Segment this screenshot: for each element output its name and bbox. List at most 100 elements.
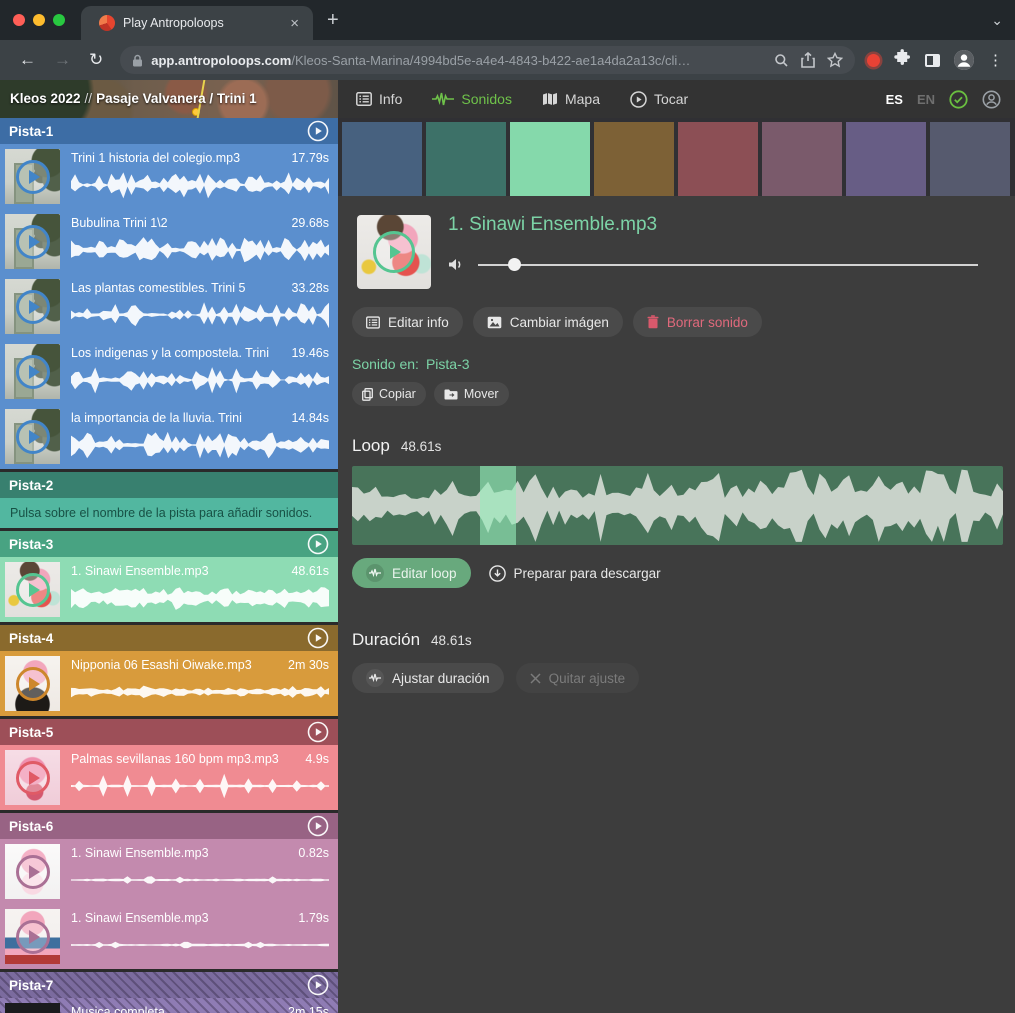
track-header-pista-3[interactable]: Pista-3 (0, 531, 338, 557)
color-swatch-2[interactable] (426, 122, 506, 196)
chrome-menu-icon[interactable]: ⋮ (988, 51, 1003, 69)
clip-thumbnail[interactable] (5, 1003, 60, 1013)
track-name[interactable]: Pista-1 (9, 124, 307, 139)
track-name[interactable]: Pista-4 (9, 631, 307, 646)
remove-adjust-button[interactable]: Quitar ajuste (516, 663, 640, 693)
reload-icon[interactable]: ↻ (89, 50, 103, 70)
clip-play-button[interactable] (16, 160, 50, 194)
track-header-pista-2[interactable]: Pista-2 (0, 472, 338, 498)
change-image-button[interactable]: Cambiar imágen (473, 307, 623, 337)
track-play-icon[interactable] (307, 533, 329, 555)
delete-sound-button[interactable]: Borrar sonido (633, 307, 762, 337)
prepare-download-button[interactable]: Preparar para descargar (489, 565, 661, 582)
clip-thumbnail[interactable] (5, 562, 60, 617)
address-bar[interactable]: app.antropoloops.com /Kleos-Santa-Marina… (120, 46, 855, 74)
tab-tocar[interactable]: Tocar (630, 91, 688, 108)
clip-play-button[interactable] (16, 667, 50, 701)
move-button[interactable]: Mover (434, 382, 509, 406)
track-play-icon[interactable] (307, 120, 329, 142)
track-header-pista-5[interactable]: Pista-5 (0, 719, 338, 745)
clip-thumbnail[interactable] (5, 344, 60, 399)
adjust-duration-button[interactable]: Ajustar duración (352, 663, 504, 693)
tab-search-chevron-icon[interactable]: ⌄ (991, 12, 1003, 29)
clip-thumbnail[interactable] (5, 750, 60, 805)
clip-play-button[interactable] (16, 225, 50, 259)
clip-play-button[interactable] (16, 420, 50, 454)
lang-en[interactable]: EN (917, 92, 935, 107)
clip-play-button[interactable] (16, 920, 50, 954)
track-header-pista-6[interactable]: Pista-6 (0, 813, 338, 839)
volume-slider-thumb[interactable] (508, 258, 521, 271)
track-header-pista-4[interactable]: Pista-4 (0, 625, 338, 651)
clip-play-button[interactable] (16, 355, 50, 389)
color-swatch-4[interactable] (594, 122, 674, 196)
color-swatch-6[interactable] (762, 122, 842, 196)
track-name[interactable]: Pista-2 (9, 478, 329, 493)
play-sound-button[interactable] (373, 231, 415, 273)
clip-row[interactable]: la importancia de la lluvia. Trini14.84s (0, 404, 338, 469)
track-header-pista-7[interactable]: Pista-7 (0, 972, 338, 998)
forward-icon[interactable]: → (54, 50, 71, 70)
back-icon[interactable]: ← (19, 50, 36, 70)
clip-row[interactable]: Palmas sevillanas 160 bpm mp3.mp34.9s (0, 745, 338, 810)
recording-extension-icon[interactable] (867, 54, 880, 67)
breadcrumb-trail[interactable]: Pasaje Valvanera / Trini 1 (96, 91, 257, 106)
color-swatch-1[interactable] (342, 122, 422, 196)
edit-info-button[interactable]: Editar info (352, 307, 463, 337)
extensions-puzzle-icon[interactable] (894, 49, 911, 71)
sync-check-icon[interactable] (949, 90, 968, 109)
clip-thumbnail[interactable] (5, 409, 60, 464)
tab-close-icon[interactable]: × (286, 15, 303, 32)
clip-thumbnail[interactable] (5, 149, 60, 204)
new-tab-button[interactable]: + (327, 10, 339, 30)
color-swatch-8[interactable] (930, 122, 1010, 196)
clip-play-button[interactable] (16, 290, 50, 324)
track-name[interactable]: Pista-7 (9, 978, 307, 993)
browser-tab[interactable]: Play Antropoloops × (81, 6, 313, 40)
account-icon[interactable] (982, 90, 1001, 109)
clip-row[interactable]: Bubulina Trini 1\229.68s (0, 209, 338, 274)
clip-row[interactable]: Los indigenas y la compostela. Trini19.4… (0, 339, 338, 404)
sound-image[interactable] (357, 215, 431, 289)
track-play-icon[interactable] (307, 815, 329, 837)
loop-waveform[interactable] (352, 466, 1003, 545)
clip-thumbnail[interactable] (5, 279, 60, 334)
profile-avatar[interactable] (954, 50, 974, 70)
clip-row[interactable]: 1. Sinawi Ensemble.mp31.79s (0, 904, 338, 969)
clip-row[interactable]: 1. Sinawi Ensemble.mp30.82s (0, 839, 338, 904)
clip-thumbnail[interactable] (5, 656, 60, 711)
clip-play-button[interactable] (16, 573, 50, 607)
clip-row[interactable]: Musica completa2m 15s (0, 998, 338, 1013)
track-name[interactable]: Pista-6 (9, 819, 307, 834)
clip-row[interactable]: Nipponia 06 Esashi Oiwake.mp32m 30s (0, 651, 338, 716)
track-name[interactable]: Pista-5 (9, 725, 307, 740)
clip-row[interactable]: Trini 1 historia del colegio.mp317.79s (0, 144, 338, 209)
zoom-window-button[interactable] (53, 14, 65, 26)
edit-loop-button[interactable]: Editar loop (352, 558, 471, 588)
track-header-pista-1[interactable]: Pista-1 (0, 118, 338, 144)
tab-info[interactable]: Info (356, 91, 402, 107)
track-play-icon[interactable] (307, 974, 329, 996)
close-window-button[interactable] (13, 14, 25, 26)
bookmark-star-icon[interactable] (827, 52, 843, 68)
tab-sonidos[interactable]: Sonidos (432, 91, 512, 107)
tab-mapa[interactable]: Mapa (542, 91, 600, 107)
sound-track-link[interactable]: Pista-3 (426, 356, 470, 372)
lock-icon[interactable] (132, 54, 143, 67)
color-swatch-5[interactable] (678, 122, 758, 196)
window-controls[interactable] (13, 14, 65, 26)
clip-thumbnail[interactable] (5, 909, 60, 964)
loop-playhead-band[interactable] (480, 466, 516, 545)
lang-es[interactable]: ES (886, 92, 903, 107)
share-icon[interactable] (801, 52, 815, 68)
track-play-icon[interactable] (307, 721, 329, 743)
side-panel-icon[interactable] (925, 54, 940, 67)
clip-thumbnail[interactable] (5, 844, 60, 899)
color-swatch-7[interactable] (846, 122, 926, 196)
minimize-window-button[interactable] (33, 14, 45, 26)
track-name[interactable]: Pista-3 (9, 537, 307, 552)
breadcrumb-project[interactable]: Kleos 2022 (10, 91, 81, 106)
clip-thumbnail[interactable] (5, 214, 60, 269)
clip-row[interactable]: 1. Sinawi Ensemble.mp348.61s (0, 557, 338, 622)
clip-play-button[interactable] (16, 855, 50, 889)
